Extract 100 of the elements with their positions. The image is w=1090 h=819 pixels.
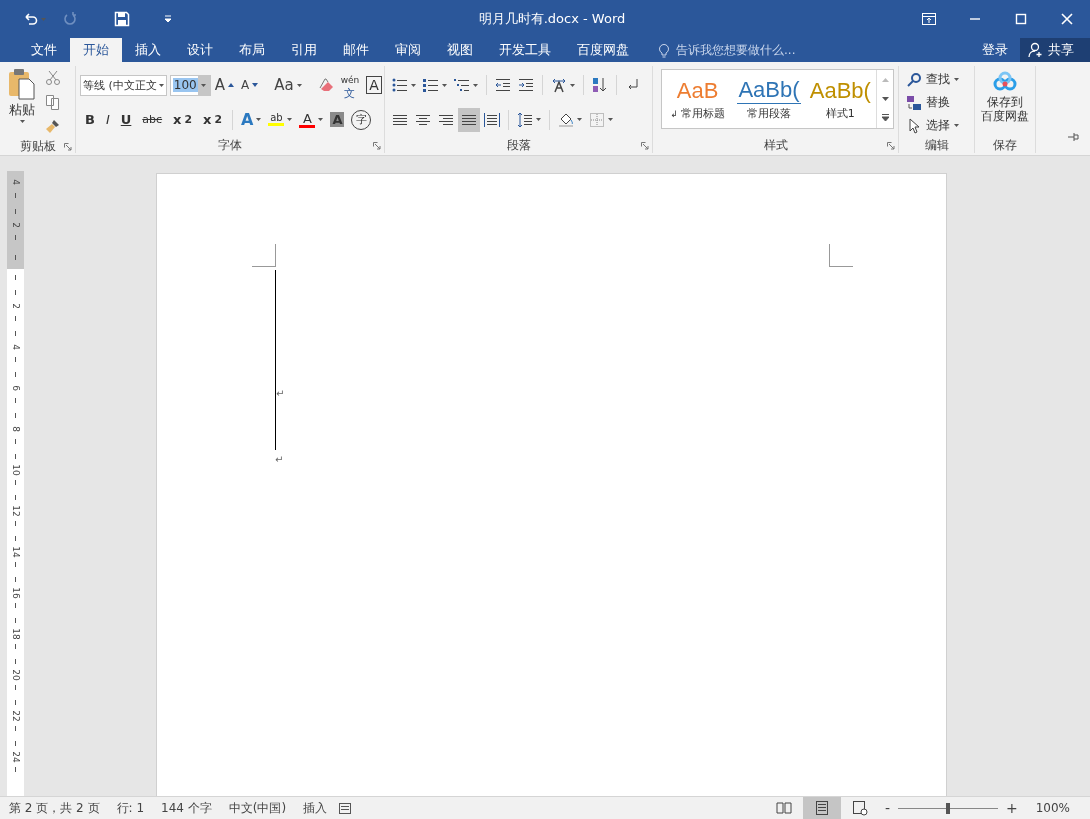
caret-icon [318, 118, 324, 122]
zoom-out-button[interactable]: - [878, 800, 896, 816]
ribbon-tab[interactable]: 引用 [278, 38, 330, 62]
lightbulb-icon [656, 42, 672, 58]
sign-in-link[interactable]: 登录 [970, 38, 1020, 62]
phonetic-guide-button[interactable]: wén 文 [337, 73, 363, 98]
ruler-label: 8 [10, 425, 21, 432]
ribbon-tab[interactable]: 设计 [174, 38, 226, 62]
corner-mark [829, 244, 853, 267]
format-button[interactable]: abc [137, 107, 168, 132]
select-icon [906, 117, 922, 134]
up-triangle-icon [881, 77, 889, 82]
view-button[interactable] [802, 797, 841, 819]
edit-command-button[interactable]: 替换 [903, 91, 970, 114]
style-option[interactable]: AaBb( 样式1 [804, 70, 876, 128]
ruler-label: 4 [10, 179, 21, 185]
format-button[interactable]: U [115, 107, 137, 132]
bullets-icon [392, 77, 408, 94]
shrink-font-button[interactable]: A [237, 73, 262, 98]
eraser-icon [317, 77, 334, 94]
change-case-button[interactable]: Aa [271, 73, 305, 98]
multilevel-list-icon [454, 77, 470, 94]
status-text: 第 2 页，共 2 页 [8, 799, 101, 817]
ribbon-tab[interactable]: 邮件 [330, 38, 382, 62]
macro-icon [338, 801, 353, 815]
ruler-label: 24 [10, 750, 21, 763]
view-icon [813, 800, 830, 816]
window-title: 明月几时有.docx - Word [477, 10, 627, 28]
caret-icon [296, 83, 302, 87]
minimize-icon [970, 18, 980, 20]
ruler-label: 2 [10, 221, 21, 228]
style-option[interactable]: AaB ↲ 常用标题 [662, 70, 734, 128]
format-button[interactable]: I [100, 107, 115, 132]
dialog-launcher-icon [64, 143, 72, 151]
save-icon [114, 11, 130, 27]
grow-font-button[interactable]: A [211, 73, 237, 98]
group-label: 字体 [218, 136, 242, 154]
share-button[interactable]: 共享 [1020, 38, 1090, 62]
ruler-label: 14 [10, 545, 21, 558]
paint-bucket-icon [558, 111, 574, 128]
caret-icon [473, 83, 478, 87]
ribbon-tab[interactable]: 插入 [122, 38, 174, 62]
status-text: 插入 [302, 799, 329, 817]
group-label: 编辑 [924, 136, 949, 154]
caret-icon [570, 83, 575, 87]
group-label: 样式 [763, 136, 788, 154]
corner-mark [252, 244, 276, 267]
ribbon-tab[interactable]: 开始 [70, 38, 122, 62]
font-size-field[interactable]: 100 [169, 74, 211, 96]
cloud-logo-icon [991, 70, 1019, 92]
font-color-button[interactable]: A [296, 107, 327, 132]
maximize-icon [1013, 11, 1029, 27]
group-label: 保存 [993, 136, 1017, 154]
find-icon [906, 71, 922, 88]
copy-icon [45, 94, 61, 110]
ribbon-tab[interactable]: 审阅 [382, 38, 434, 62]
edit-command-button[interactable]: 选择 [903, 114, 970, 137]
zoom-in-button[interactable]: + [999, 800, 1024, 816]
increase-indent-icon [518, 77, 534, 94]
text-effects-button[interactable]: A [238, 107, 265, 132]
ribbon-tab[interactable]: 百度网盘 [564, 38, 642, 62]
line-spacing-icon [517, 111, 533, 128]
status-text: 行: 1 [115, 799, 146, 817]
align-icon [484, 111, 500, 128]
zoom-slider-thumb[interactable] [945, 802, 950, 814]
up-triangle-icon [227, 83, 234, 88]
ruler-label: 12 [10, 504, 21, 517]
down-triangle-icon [881, 96, 889, 101]
ruler-label: 4 [10, 343, 21, 350]
paste-button[interactable]: 粘贴 [4, 66, 40, 138]
format-button[interactable]: B [80, 107, 100, 132]
align-button[interactable] [458, 107, 480, 132]
caret-icon [158, 83, 164, 87]
caret-icon [577, 118, 582, 122]
redo-icon [62, 11, 78, 27]
pin-icon [1068, 132, 1079, 142]
ribbon-tab[interactable]: 布局 [226, 38, 278, 62]
sort-icon [592, 77, 608, 94]
font-name-field[interactable]: 等线 (中文正文 [80, 74, 167, 96]
ruler-label: 16 [10, 586, 21, 599]
decrease-indent-icon [495, 77, 511, 94]
highlight-button[interactable]: ab [265, 107, 296, 132]
save-to-cloud-button[interactable]: 保存到 百度网盘 [980, 66, 1030, 137]
zoom-level-text: 100% [1034, 801, 1071, 815]
ribbon-tab[interactable]: 视图 [434, 38, 486, 62]
view-icon [851, 800, 868, 816]
person-plus-icon [1028, 42, 1044, 58]
style-option[interactable]: AaBb( 常用段落 [733, 70, 805, 128]
ribbon-tab[interactable]: 文件 [18, 38, 70, 62]
caret-icon [536, 118, 541, 122]
ruler-label: 10 [10, 463, 21, 476]
caret-icon [954, 78, 959, 81]
caret-icon [287, 118, 293, 122]
edit-command-button[interactable]: 查找 [903, 68, 970, 91]
caret-icon [608, 118, 613, 122]
ruler-label: 20 [10, 668, 21, 681]
character-shading-button[interactable]: A [327, 107, 348, 132]
tell-me-field[interactable]: 告诉我您想要做什么... [656, 38, 970, 62]
ribbon-tab[interactable]: 开发工具 [486, 38, 564, 62]
status-text: 中文(中国) [227, 799, 288, 817]
